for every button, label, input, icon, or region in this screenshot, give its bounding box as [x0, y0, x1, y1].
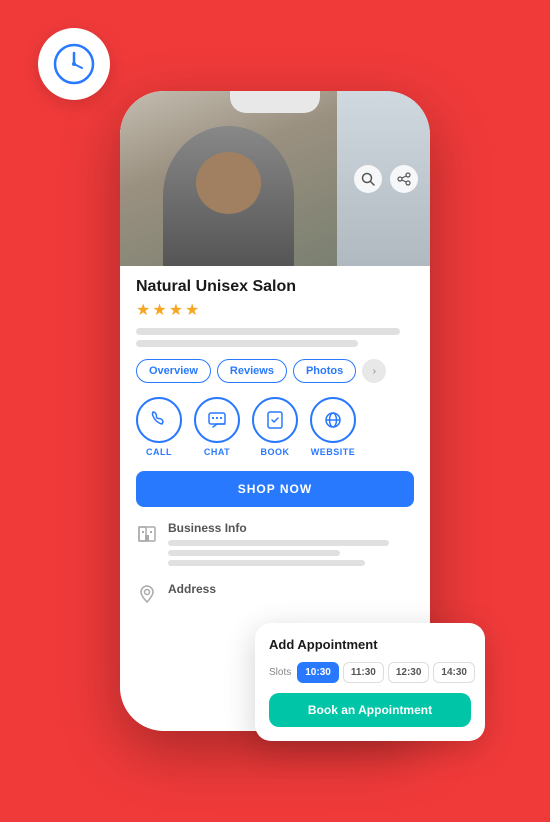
clock-icon: [53, 43, 95, 85]
share-icon[interactable]: [390, 165, 418, 193]
address-title: Address: [168, 582, 414, 596]
desc-line-1: [136, 328, 400, 335]
slots-row: Slots 10:30 11:30 12:30 14:30: [269, 662, 471, 683]
star-rating: ★ ★ ★ ★: [136, 300, 414, 320]
book-button[interactable]: BOOK: [252, 397, 298, 457]
star-1: ★: [136, 300, 150, 320]
business-info-section: Business Info: [136, 521, 414, 570]
clock-badge: [38, 28, 110, 100]
hero-image: [120, 91, 430, 266]
book-appointment-button[interactable]: Book an Appointment: [269, 693, 471, 727]
star-2: ★: [152, 300, 166, 320]
hero-actions: [354, 165, 418, 193]
star-3: ★: [169, 300, 183, 320]
business-info-lines: [168, 540, 414, 566]
website-button[interactable]: WEBSITE: [310, 397, 356, 457]
call-label: CALL: [146, 447, 172, 457]
salon-photo: [120, 91, 337, 266]
description-placeholder: [136, 328, 414, 347]
slot-1230[interactable]: 12:30: [388, 662, 430, 683]
address-section: Address: [136, 582, 414, 611]
call-icon: [136, 397, 182, 443]
tab-more[interactable]: ›: [362, 359, 386, 383]
biz-line-3: [168, 560, 365, 566]
business-info-title: Business Info: [168, 521, 414, 535]
content-area: Natural Unisex Salon ★ ★ ★ ★ Overview Re…: [120, 266, 430, 611]
desc-line-2: [136, 340, 358, 347]
book-label: BOOK: [261, 447, 290, 457]
biz-line-2: [168, 550, 340, 556]
tab-photos[interactable]: Photos: [293, 359, 356, 383]
tab-overview[interactable]: Overview: [136, 359, 211, 383]
address-content: Address: [168, 582, 414, 601]
star-4: ★: [185, 300, 199, 320]
book-icon: [252, 397, 298, 443]
phone-device: Natural Unisex Salon ★ ★ ★ ★ Overview Re…: [120, 91, 430, 731]
tab-reviews[interactable]: Reviews: [217, 359, 287, 383]
action-buttons-row: CALL CHAT: [136, 397, 414, 457]
slots-list: 10:30 11:30 12:30 14:30: [297, 662, 475, 683]
appointment-card: Add Appointment Slots 10:30 11:30 12:30 …: [255, 623, 485, 741]
biz-line-1: [168, 540, 389, 546]
business-info-content: Business Info: [168, 521, 414, 570]
slot-1130[interactable]: 11:30: [343, 662, 384, 683]
phone-notch: [230, 91, 320, 113]
location-icon: [136, 584, 158, 611]
website-label: WEBSITE: [311, 447, 356, 457]
chat-button[interactable]: CHAT: [194, 397, 240, 457]
chat-label: CHAT: [204, 447, 230, 457]
hero-image-main: [120, 91, 337, 266]
globe-icon: [310, 397, 356, 443]
salon-name: Natural Unisex Salon: [136, 278, 414, 296]
search-icon[interactable]: [354, 165, 382, 193]
slot-1030[interactable]: 10:30: [297, 662, 339, 683]
slots-label: Slots: [269, 667, 291, 678]
building-icon: [136, 523, 158, 550]
call-button[interactable]: CALL: [136, 397, 182, 457]
navigation-tabs: Overview Reviews Photos ›: [136, 359, 414, 383]
slot-1430[interactable]: 14:30: [433, 662, 475, 683]
chat-icon: [194, 397, 240, 443]
appointment-title: Add Appointment: [269, 637, 471, 652]
shop-now-button[interactable]: SHOP NOW: [136, 471, 414, 507]
